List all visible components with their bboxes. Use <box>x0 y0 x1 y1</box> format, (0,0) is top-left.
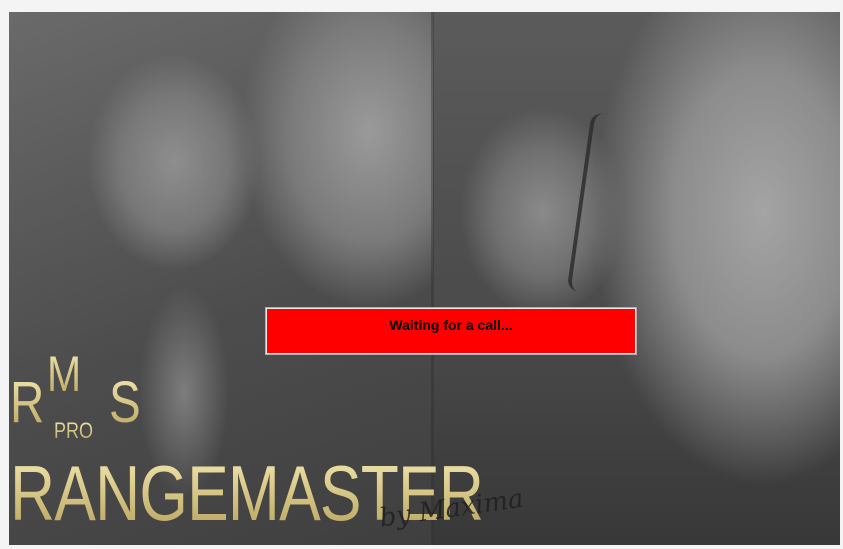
logo-letter-m: M <box>47 346 82 402</box>
photo-operator-headset <box>433 12 840 545</box>
call-status-text: Waiting for a call... <box>389 317 513 333</box>
call-status-bar: Waiting for a call... <box>266 308 636 354</box>
app-window: Waiting for a call... R M S PRO RANGEMAS… <box>0 0 843 549</box>
logo-letter-s: S <box>109 370 141 435</box>
logo-pro-label: PRO <box>54 418 94 443</box>
logo-letter-r: R <box>10 370 45 435</box>
